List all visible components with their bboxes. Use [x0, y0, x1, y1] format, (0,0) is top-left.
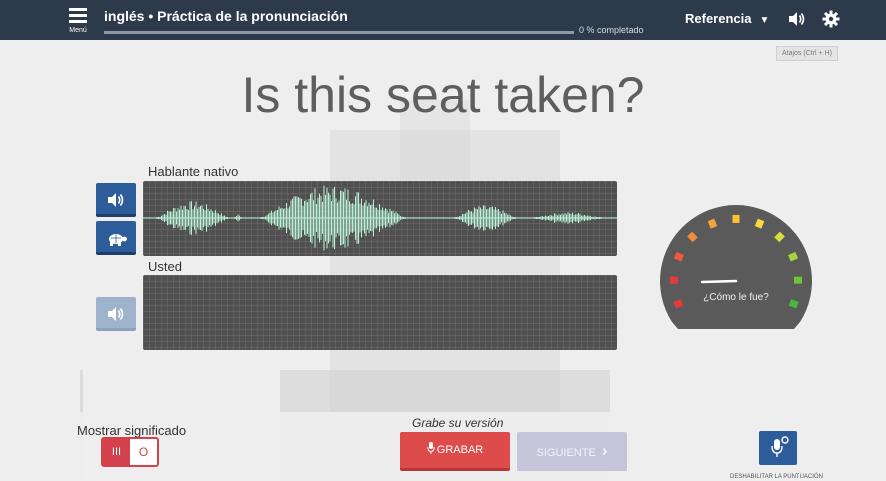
speaker-icon[interactable]	[787, 9, 807, 29]
progress-text: 0 % completado	[579, 25, 644, 35]
native-speaker-label: Hablante nativo	[148, 164, 239, 179]
disable-scoring-label: DESHABILITAR LA PUNTUACIÓN	[730, 474, 823, 480]
shortcut-tooltip: Atajos (Ctrl + H)	[776, 46, 838, 61]
microphone-settings-icon	[771, 436, 789, 457]
app-title: inglés • Práctica de la pronunciación	[104, 8, 348, 24]
bottom-panel: Mostrar significado III O Grabe su versi…	[0, 412, 886, 481]
gear-icon[interactable]	[822, 10, 840, 28]
score-gauge: ¿Cómo le fue?	[658, 203, 814, 329]
progress-bar	[104, 31, 574, 34]
gauge-segment	[687, 231, 698, 243]
gauge-needle	[700, 279, 738, 284]
gauge-segment	[754, 218, 765, 229]
toggle-on-indicator: III	[103, 439, 130, 465]
gauge-body	[660, 204, 812, 329]
gauge-segment	[673, 251, 684, 262]
speaker-icon	[108, 193, 124, 207]
play-user-button[interactable]	[96, 297, 136, 331]
user-label: Usted	[148, 259, 182, 274]
gauge-segment	[774, 231, 785, 243]
user-waveform	[143, 275, 617, 350]
play-slow-button[interactable]	[96, 221, 136, 255]
gauge-segment	[707, 218, 718, 229]
speaker-icon	[108, 307, 124, 321]
disable-scoring-button[interactable]	[759, 431, 797, 465]
chevron-right-icon: ›	[601, 441, 608, 460]
record-button[interactable]: GRABAR	[400, 432, 510, 471]
show-meaning-toggle[interactable]: III O	[101, 437, 159, 467]
record-hint: Grabe su versión	[412, 416, 504, 430]
turtle-icon	[109, 234, 127, 246]
menu-button[interactable]: Menú	[65, 6, 91, 36]
menu-label: Menú	[69, 27, 87, 34]
chevron-down-icon: ▼	[759, 15, 770, 26]
microphone-icon	[427, 442, 435, 454]
native-waveform	[143, 181, 617, 256]
practice-phrase: Is this seat taken?	[241, 67, 645, 123]
reference-dropdown[interactable]: Referencia ▼	[685, 11, 769, 26]
show-meaning-label: Mostrar significado	[77, 423, 187, 438]
next-label: SIGUIENTE	[536, 447, 596, 459]
toggle-off-indicator: O	[138, 445, 149, 459]
reference-label: Referencia	[685, 11, 752, 26]
next-button[interactable]: SIGUIENTE ›	[517, 432, 627, 471]
record-label: GRABAR	[436, 444, 484, 456]
top-bar: Menú inglés • Práctica de la pronunciaci…	[0, 0, 886, 40]
gauge-segment	[788, 251, 799, 262]
gauge-question: ¿Cómo le fue?	[703, 292, 769, 303]
play-native-button[interactable]	[96, 183, 136, 217]
